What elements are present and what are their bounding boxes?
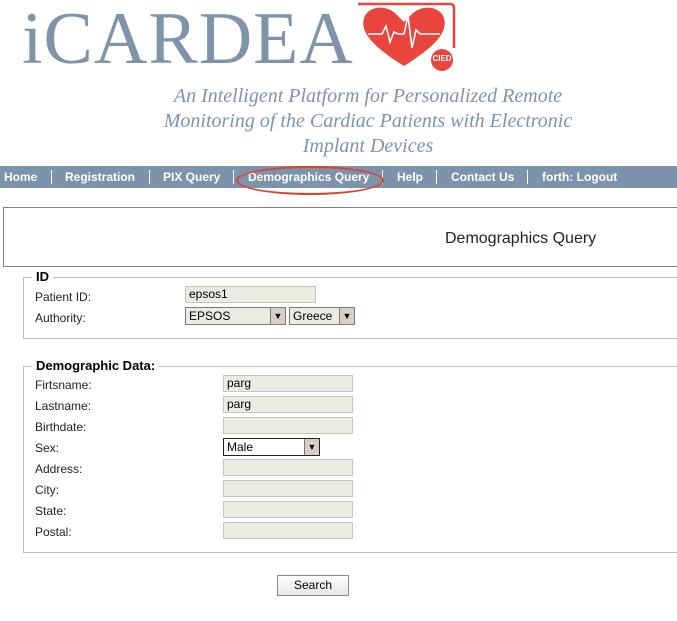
tagline-line-2: Monitoring of the Cardiac Patients with …	[163, 110, 573, 132]
lastname-label: Lastname:	[35, 399, 92, 413]
address-label: Address:	[35, 462, 83, 476]
nav-divider	[436, 170, 437, 184]
state-input[interactable]	[223, 501, 353, 518]
city-input[interactable]	[223, 480, 353, 497]
search-button[interactable]: Search	[277, 575, 349, 596]
cied-badge: CIED	[432, 54, 452, 63]
nav-divider	[51, 170, 52, 184]
dropdown-arrow-icon: ▼	[270, 308, 285, 324]
postal-label: Postal:	[35, 525, 72, 539]
sex-label: Sex:	[35, 441, 60, 455]
patient-id-input[interactable]: epsos1	[185, 286, 316, 303]
sex-select[interactable]: Male ▼	[223, 438, 320, 456]
dropdown-arrow-icon: ▼	[304, 439, 319, 455]
patient-id-label: Patient ID:	[35, 290, 92, 304]
country-select-value: Greece	[293, 309, 333, 323]
nav-registration[interactable]: Registration	[65, 166, 135, 188]
page-title: Demographics Query	[445, 230, 597, 247]
tagline: An Intelligent Platform for Personalized…	[140, 84, 596, 159]
birthdate-label: Birthdate:	[35, 420, 87, 434]
birthdate-input[interactable]	[223, 417, 353, 434]
nav-help[interactable]: Help	[397, 166, 423, 188]
nav-pix-query[interactable]: PIX Query	[163, 166, 220, 188]
address-input[interactable]	[223, 459, 353, 476]
lastname-input[interactable]: parg	[223, 396, 353, 413]
tagline-line-1: An Intelligent Platform for Personalized…	[173, 85, 563, 107]
id-legend: ID	[32, 270, 53, 284]
nav-divider	[149, 170, 150, 184]
nav-divider	[233, 170, 234, 184]
nav-logout[interactable]: forth: Logout	[542, 166, 617, 188]
site-logo-text: iCARDEA	[22, 0, 354, 80]
authority-select[interactable]: EPSOS ▼	[185, 307, 286, 325]
nav-divider	[527, 170, 528, 184]
country-select[interactable]: Greece ▼	[289, 307, 355, 325]
nav-home[interactable]: Home	[4, 166, 37, 188]
city-label: City:	[35, 483, 59, 497]
authority-select-value: EPSOS	[189, 309, 231, 323]
firstname-label: Firtsname:	[35, 378, 92, 392]
firstname-input[interactable]: parg	[223, 375, 353, 392]
sex-select-value: Male	[227, 440, 254, 454]
nav-highlight-circle	[236, 166, 384, 195]
postal-input[interactable]	[223, 522, 353, 539]
demographic-legend: Demographic Data:	[32, 359, 160, 373]
state-label: State:	[35, 504, 67, 518]
nav-contact-us[interactable]: Contact Us	[451, 166, 514, 188]
authority-label: Authority:	[35, 311, 86, 325]
tagline-line-3: Implant Devices	[302, 135, 434, 157]
dropdown-arrow-icon: ▼	[339, 308, 354, 324]
